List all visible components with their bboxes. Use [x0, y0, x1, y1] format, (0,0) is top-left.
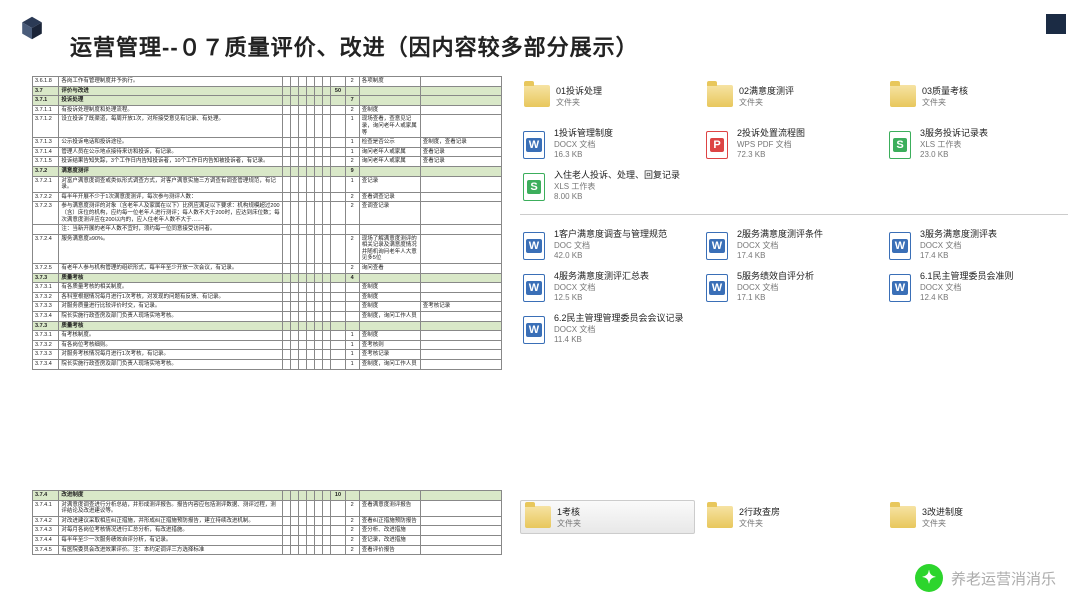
- file-item[interactable]: S 入住老人投诉、处理、回复记录 XLS 工作表 8.00 KB: [520, 170, 695, 204]
- file-icon: W: [706, 232, 728, 260]
- table-row: 3.7.4.1对满意度调查进行分析总结，并形成测评报告。报告内容应包括测评数据、…: [33, 500, 502, 516]
- table-row: 3.7.4.4每半年至少一次服务绩效自评分析，有记录。2查记录，改进措施: [33, 535, 502, 545]
- file-icon: S: [523, 173, 545, 201]
- table-row: 3.7.1.2设立投诉了既渠道，每周开放1次，对所接受意见有记录、有处理。1现场…: [33, 115, 502, 138]
- table-row: 3.7.3.2各科室根据情况每月进行1次考核，对发现的问题有反馈、有记录。查制度: [33, 292, 502, 302]
- folder-item[interactable]: 03质量考核 文件夹: [886, 80, 1061, 112]
- folder-item[interactable]: 2行政查房 文件夹: [703, 500, 878, 534]
- table-row: 3.7.3.3对服务质量进行比较评价时交，有记录。查制度查考核记录: [33, 302, 502, 312]
- table-row: 3.7.4改进制度10: [33, 491, 502, 501]
- file-item[interactable]: W 4服务满意度测评汇总表 DOCX 文档 12.5 KB: [520, 271, 695, 305]
- folder-icon: [707, 85, 733, 107]
- file-icon: W: [523, 316, 545, 344]
- file-icon: W: [523, 274, 545, 302]
- table-row: 3.7.1.5投诉结果告知失踪，3个工作日内告知投诉者，10个工作日内告知被投诉…: [33, 157, 502, 167]
- table-row: 3.7.3.1有各质量考核的相关制度。查制度: [33, 283, 502, 293]
- table-row: 3.7.2.3参与满意度测评的对象（含老年人及家属在以下）比例应满足以下要求：机…: [33, 202, 502, 225]
- file-item[interactable]: P 2投诉处置流程图 WPS PDF 文档 72.3 KB: [703, 128, 878, 162]
- folder-item[interactable]: 1考核 文件夹: [520, 500, 695, 534]
- file-icon: P: [706, 131, 728, 159]
- table-row: 3.6.1.8各岗工作有管理制度并予执行。2各项制度: [33, 77, 502, 87]
- file-icon: W: [523, 232, 545, 260]
- table-row: 3.7.2满意度测评9: [33, 166, 502, 176]
- file-item[interactable]: W 5服务绩效自评分析 DOCX 文档 17.1 KB: [703, 271, 878, 305]
- table-section-1: 3.6.1.8各岗工作有管理制度并予执行。2各项制度3.7评价与改进503.7.…: [32, 76, 502, 370]
- folder-item[interactable]: 3改进制度 文件夹: [886, 500, 1061, 534]
- table-row: 3.7.3.4院长实施行政查房及部门负责人现场实地考核。查制度，询问工作人员: [33, 312, 502, 322]
- table-row: 3.7.3.3对服务考核情况每月进行1次考核，有记录。1查考核记录: [33, 350, 502, 360]
- watermark-text: 养老运营消消乐: [951, 568, 1056, 589]
- folder-icon: [525, 506, 551, 528]
- table-row: 3.7评价与改进50: [33, 86, 502, 96]
- cube-icon: [18, 14, 46, 47]
- table-row: 注：当新开展的老年人数不宜时，须约每一位同意接受访问者。: [33, 225, 502, 235]
- corner-block: [1046, 14, 1066, 34]
- folder-item[interactable]: 02满意度测评 文件夹: [703, 80, 878, 112]
- table-row: 3.7.2.5有老年人参与机构管理的组织形式，每半年至少开放一次会议，有记录。2…: [33, 264, 502, 274]
- table-row: 3.7.3质量考核4: [33, 273, 502, 283]
- table-section-2: 3.7.4改进制度103.7.4.1对满意度调查进行分析总结，并形成测评报告。报…: [32, 490, 502, 555]
- table-row: 3.7.3质量考核: [33, 321, 502, 331]
- table-row: 3.7.1.1有投诉处理制度和处理流程。2查制度: [33, 105, 502, 115]
- table-row: 3.7.1.3公示投诉电话和投诉途径。1检查是否公示查制度，查看记录: [33, 138, 502, 148]
- watermark: ✦ 养老运营消消乐: [915, 564, 1056, 592]
- table-row: 3.7.4.3对每月各岗位考核情况进行汇总分析，有改进措施。2查分析、改进措施: [33, 526, 502, 536]
- table-row: 3.7.4.2对改进建议采取相应纠正措施，并形成纠正措施预防报告，建立持续改进机…: [33, 516, 502, 526]
- folder-icon: [890, 506, 916, 528]
- file-explorer: 01投诉处理 文件夹 02满意度测评 文件夹 03质量考核 文件夹 W 1投诉管…: [520, 80, 1068, 355]
- file-item[interactable]: W 6.2民主管理管理委员会会议记录 DOCX 文档 11.4 KB: [520, 313, 695, 347]
- file-icon: W: [889, 232, 911, 260]
- file-icon: W: [889, 274, 911, 302]
- table-row: 3.7.1.4管理人员在公示地点接待来访和投诉，有记录。1询问老年人或家属查看记…: [33, 147, 502, 157]
- table-row: 3.7.2.4服务满意度≥90%。2现场了解满意度测评的相关记录及满意度情况并随…: [33, 234, 502, 263]
- bottom-folder-row: 1考核 文件夹 2行政查房 文件夹 3改进制度 文件夹: [520, 500, 1068, 550]
- file-item[interactable]: W 1投诉管理制度 DOCX 文档 16.3 KB: [520, 128, 695, 162]
- folder-icon: [707, 506, 733, 528]
- file-item[interactable]: W 2服务满意度测评条件 DOCX 文档 17.4 KB: [703, 229, 878, 263]
- table-row: 3.7.2.2每半年开展不少于1次满意度测评，每次参与测评人数：2查看调查记录: [33, 192, 502, 202]
- file-item[interactable]: W 3服务满意度测评表 DOCX 文档 17.4 KB: [886, 229, 1061, 263]
- table-row: 3.7.3.2有各岗位考核细则。1查考核则: [33, 340, 502, 350]
- file-icon: S: [889, 131, 911, 159]
- folder-icon: [890, 85, 916, 107]
- wechat-icon: ✦: [915, 564, 943, 592]
- folder-item[interactable]: 01投诉处理 文件夹: [520, 80, 695, 112]
- file-icon: W: [523, 131, 545, 159]
- table-row: 3.7.2.1对富户满意度调查或类似形式调查方式，对客户满意实施三方调查有调查管…: [33, 176, 502, 192]
- table-row: 3.7.4.5有医院委员会改进效果评价。注：本约定调评三方选择标准2查看评价报告: [33, 545, 502, 555]
- table-row: 3.7.1投诉处理7: [33, 96, 502, 106]
- file-item[interactable]: S 3服务投诉记录表 XLS 工作表 23.0 KB: [886, 128, 1061, 162]
- file-icon: W: [706, 274, 728, 302]
- page-title: 运营管理--０７质量评价、改进（因内容较多部分展示）: [70, 30, 639, 62]
- table-row: 3.7.3.4院长实施行政查房及部门负责人现场实地考核。1查制度，询问工作人员: [33, 360, 502, 370]
- file-item[interactable]: W 6.1民主管理委员会准则 DOCX 文档 12.4 KB: [886, 271, 1061, 305]
- file-item[interactable]: W 1客户满意度调查与管理规范 DOC 文档 42.0 KB: [520, 229, 695, 263]
- folder-icon: [524, 85, 550, 107]
- table-row: 3.7.3.1有考核制度。1查制度: [33, 331, 502, 341]
